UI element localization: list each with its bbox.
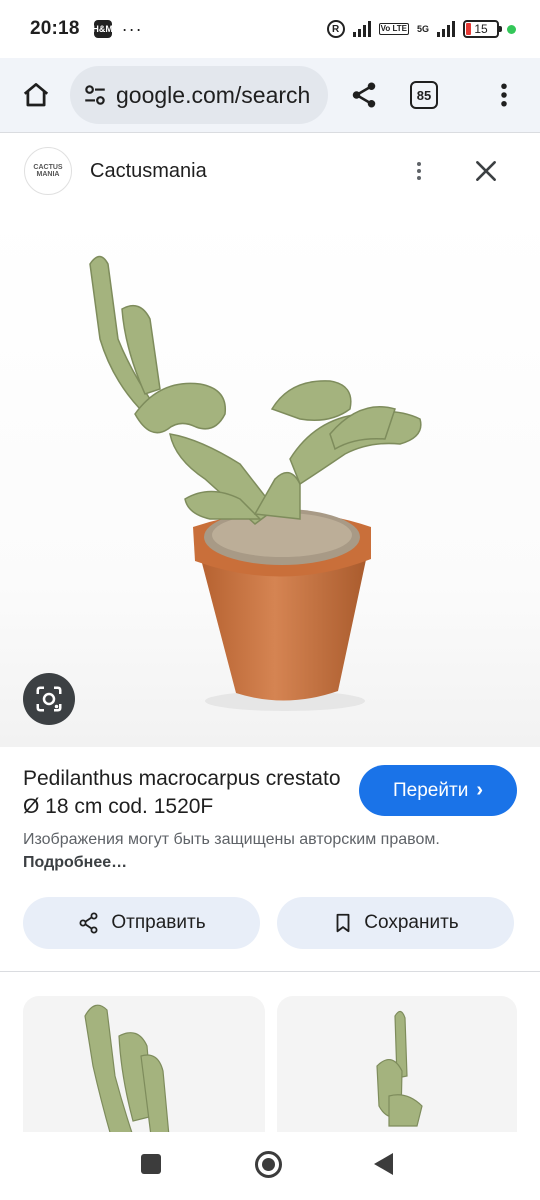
home-nav-button[interactable] (255, 1151, 282, 1178)
section-divider (0, 971, 540, 972)
signal-icon-2 (437, 21, 455, 37)
save-button[interactable]: Сохранить (277, 897, 514, 949)
browser-toolbar: google.com/search 85 (0, 58, 540, 132)
site-favicon[interactable]: CACTUS MANIA (24, 147, 72, 195)
recents-button[interactable] (141, 1154, 161, 1174)
registered-icon: R (326, 20, 345, 38)
result-image[interactable] (0, 209, 540, 747)
cactus-pot-illustration (89, 255, 422, 711)
cactus-thumbnail (84, 1004, 170, 1136)
network-5g-icon: 5G (416, 23, 429, 34)
learn-more-link[interactable]: Подробнее… (23, 854, 127, 871)
status-bar: 20:18 H&M ··· R Vo LTE 5G 15 (0, 0, 540, 58)
bookmark-icon (336, 913, 350, 933)
panel-more-button[interactable] (404, 151, 434, 191)
favicon-logo-text: CACTUS MANIA (33, 164, 63, 178)
site-name[interactable]: Cactusmania (90, 160, 207, 183)
battery-icon: 15 (463, 20, 502, 38)
system-nav-bar (0, 1132, 540, 1200)
home-icon (23, 83, 49, 107)
share-button[interactable] (342, 73, 386, 117)
share-icon (79, 912, 98, 934)
privacy-indicator-dot (507, 24, 516, 34)
related-image-2[interactable] (277, 996, 517, 1136)
more-vert-icon (417, 162, 421, 180)
visit-button-label: Перейти (393, 779, 469, 801)
status-time: 20:18 (30, 18, 80, 39)
site-settings-icon[interactable] (82, 82, 108, 108)
status-right-cluster: R Vo LTE 5G 15 (326, 20, 516, 38)
panel-close-button[interactable] (466, 151, 506, 191)
visit-button[interactable]: Перейти › (359, 765, 517, 816)
cactus-thumbnail (376, 1010, 423, 1127)
back-button[interactable] (374, 1153, 393, 1175)
tab-switcher-button[interactable]: 85 (410, 81, 438, 109)
hm-notification-icon: H&M (92, 20, 113, 38)
more-notifications-icon: ··· (121, 18, 143, 39)
send-button[interactable]: Отправить (23, 897, 260, 949)
volte-icon: Vo LTE (378, 23, 409, 35)
battery-level: 15 (474, 22, 488, 36)
url-text[interactable]: google.com/search (116, 82, 310, 109)
chevron-right-icon: › (476, 779, 483, 801)
browser-menu-button[interactable] (482, 73, 526, 117)
more-vert-icon (501, 83, 507, 107)
copyright-text: Изображения могут быть защищены авторски… (23, 831, 440, 848)
address-bar[interactable]: google.com/search (70, 66, 328, 124)
share-icon (352, 82, 376, 108)
google-lens-icon (36, 686, 62, 712)
result-title[interactable]: Pedilanthus macrocarpus crestato Ø 18 cm… (23, 765, 343, 821)
result-panel-header: CACTUS MANIA Cactusmania (0, 133, 540, 209)
send-button-label: Отправить (111, 912, 206, 933)
close-icon (476, 161, 496, 181)
related-image-1[interactable] (23, 996, 265, 1136)
lens-button[interactable] (23, 673, 75, 725)
signal-icon (352, 21, 371, 37)
copyright-notice: Изображения могут быть защищены авторски… (23, 828, 463, 874)
home-button[interactable] (14, 73, 58, 117)
save-button-label: Сохранить (364, 912, 459, 933)
